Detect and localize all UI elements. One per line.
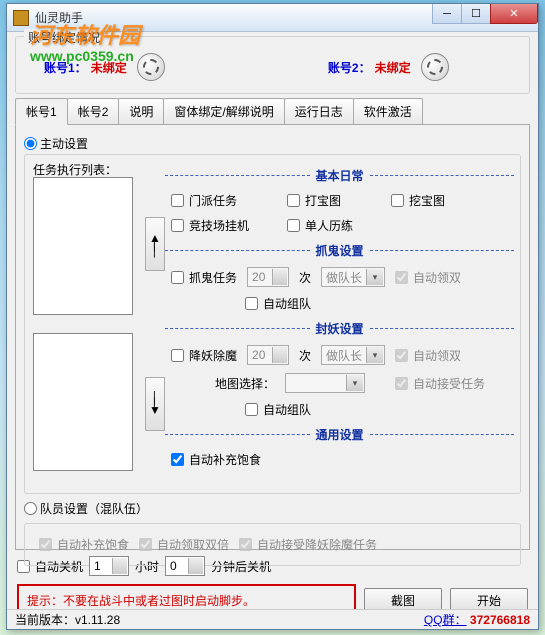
maximize-button[interactable]: ☐ [461, 4, 491, 24]
ck-team-accept: 自动接受降妖除魔任务 [239, 536, 377, 553]
ck-ghost-autodbl: 自动领双 [395, 269, 461, 286]
move-up-button[interactable]: ▲││ [145, 217, 165, 271]
binding-group: 账号绑定情况 账号1： 未绑定 账号2： 未绑定 [15, 36, 530, 94]
qq-label[interactable]: QQ群： [424, 613, 467, 627]
ck-ghost-task[interactable]: 抓鬼任务 [171, 269, 237, 286]
active-radio-input[interactable] [24, 137, 37, 150]
task-list-label: 任务执行列表： [33, 161, 117, 178]
statusbar: 当前版本：v1.11.28 QQ群： 372766818 [7, 609, 538, 629]
ghost-times-label: 次 [299, 269, 311, 286]
tab-activate[interactable]: 软件激活 [353, 98, 423, 124]
basic-section-title: 基本日常 [310, 167, 370, 184]
active-settings-frame: 任务执行列表： ▲││ ││▼ 基本日常 门派任务 打宝图 挖宝图 [24, 154, 521, 494]
titlebar[interactable]: 仙灵助手 ─ ☐ ✕ [7, 4, 538, 32]
ck-wabaotu[interactable]: 挖宝图 [391, 192, 445, 209]
ghost-count[interactable]: 20 [247, 267, 289, 287]
tab-panel: 主动设置 任务执行列表： ▲││ ││▼ 基本日常 门派任务 打宝图 [15, 125, 530, 550]
ck-monster-autoteam[interactable]: 自动组队 [245, 401, 311, 418]
active-radio[interactable]: 主动设置 [24, 135, 88, 152]
tab-account2[interactable]: 帐号2 [67, 98, 120, 124]
ck-menpai[interactable]: 门派任务 [171, 192, 237, 209]
mins-input[interactable]: 0 [165, 556, 205, 576]
monster-section-title: 封妖设置 [310, 320, 370, 337]
ck-monster-autodbl: 自动领双 [395, 347, 461, 364]
team-radio-input[interactable] [24, 502, 37, 515]
tab-account1[interactable]: 帐号1 [15, 98, 68, 125]
map-label: 地图选择： [215, 375, 275, 392]
ck-team-double: 自动领取双倍 [139, 536, 229, 553]
binding-title: 账号绑定情况 [24, 29, 104, 46]
ck-dabaotu[interactable]: 打宝图 [287, 192, 341, 209]
ck-jingji[interactable]: 竞技场挂机 [171, 217, 249, 234]
hours-input[interactable]: 1 [89, 556, 129, 576]
ghost-section-title: 抓鬼设置 [310, 242, 370, 259]
acc1-label: 账号1： [44, 59, 87, 76]
ck-monster-task[interactable]: 降妖除魔 [171, 347, 237, 364]
tab-log[interactable]: 运行日志 [284, 98, 354, 124]
ck-ghost-autoteam[interactable]: 自动组队 [245, 295, 311, 312]
main-window: 仙灵助手 ─ ☐ ✕ 账号绑定情况 账号1： 未绑定 账号2： 未绑定 [6, 3, 539, 630]
ck-danren[interactable]: 单人历练 [287, 217, 353, 234]
window-title: 仙灵助手 [35, 9, 83, 26]
close-button[interactable]: ✕ [490, 4, 538, 24]
monster-role-combo[interactable]: 做队长 [321, 345, 385, 365]
tab-bar: 帐号1 帐号2 说明 窗体绑定/解绑说明 运行日志 软件激活 [15, 98, 530, 125]
version-label: 当前版本：v1.11.28 [15, 611, 120, 628]
acc2-status: 未绑定 [375, 59, 411, 76]
monster-count[interactable]: 20 [247, 345, 289, 365]
ck-autofood[interactable]: 自动补充饱食 [171, 451, 261, 468]
ck-auto-accept: 自动接受任务 [395, 375, 485, 392]
task-list-top[interactable] [33, 177, 133, 315]
minimize-button[interactable]: ─ [432, 4, 462, 24]
acc2-refresh-button[interactable] [421, 53, 449, 81]
map-combo[interactable] [285, 373, 365, 393]
team-radio[interactable]: 队员设置（混队伍） [24, 500, 148, 517]
ghost-role-combo[interactable]: 做队长 [321, 267, 385, 287]
task-list-bottom[interactable] [33, 333, 133, 471]
tab-help[interactable]: 说明 [118, 98, 164, 124]
acc2-label: 账号2： [328, 59, 371, 76]
acc1-refresh-button[interactable] [137, 53, 165, 81]
acc1-status: 未绑定 [91, 59, 127, 76]
move-down-button[interactable]: ││▼ [145, 377, 165, 431]
tab-bind-help[interactable]: 窗体绑定/解绑说明 [163, 98, 284, 124]
app-icon [13, 10, 29, 26]
qq-number: 372766818 [470, 613, 530, 627]
general-section-title: 通用设置 [310, 426, 370, 443]
monster-times-label: 次 [299, 347, 311, 364]
ck-team-food: 自动补充饱食 [39, 536, 129, 553]
